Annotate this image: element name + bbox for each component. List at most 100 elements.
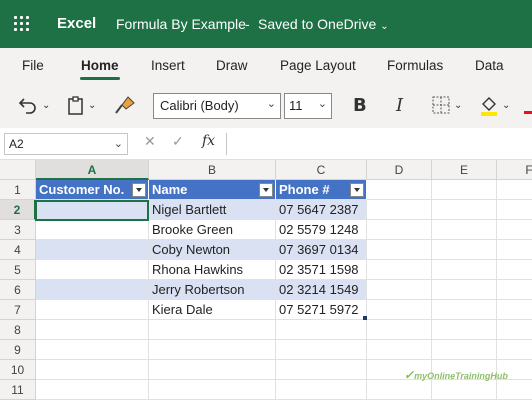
cell[interactable] [432,200,497,220]
chevron-down-icon[interactable]: ⌄ [42,100,50,111]
column-header-f[interactable]: F [497,160,532,180]
fill-color-icon[interactable]: ⌄ [478,94,510,116]
row-header-1[interactable]: 1 [0,180,36,200]
cell[interactable] [432,340,497,360]
table-header-cell[interactable]: Name [149,180,276,200]
cell[interactable] [367,280,432,300]
cell[interactable] [36,340,149,360]
table-cell[interactable]: Brooke Green [149,220,276,240]
table-header-cell[interactable]: Phone # [276,180,367,200]
row-header-10[interactable]: 10 [0,360,36,380]
cell[interactable] [367,180,432,200]
insert-function-icon[interactable]: fx [202,133,215,149]
cell[interactable] [149,320,276,340]
row-header-11[interactable]: 11 [0,380,36,400]
cancel-icon[interactable]: ✕ [144,133,156,150]
tab-file[interactable]: File [22,58,44,73]
row-header-3[interactable]: 3 [0,220,36,240]
cell[interactable] [149,340,276,360]
table-resize-handle[interactable] [363,316,367,320]
undo-icon[interactable]: ⌄ [18,94,50,116]
cell[interactable] [276,320,367,340]
cell[interactable] [367,340,432,360]
confirm-icon[interactable]: ✓ [172,133,184,150]
column-header-c[interactable]: C [276,160,367,180]
table-cell[interactable]: Coby Newton [149,240,276,260]
tab-formulas[interactable]: Formulas [387,58,443,73]
filter-dropdown-icon[interactable] [259,183,273,197]
table-cell[interactable]: Rhona Hawkins [149,260,276,280]
cell[interactable] [432,280,497,300]
row-header-4[interactable]: 4 [0,240,36,260]
tab-draw[interactable]: Draw [216,58,248,73]
cell[interactable] [432,260,497,280]
column-header-d[interactable]: D [367,160,432,180]
cell[interactable] [497,220,532,240]
row-header-8[interactable]: 8 [0,320,36,340]
cell[interactable] [367,320,432,340]
name-box[interactable]: A2 ⌄ [4,133,128,155]
cell[interactable] [276,360,367,380]
font-family-select[interactable]: Calibri (Body) ⌄ [153,93,281,119]
cell[interactable] [432,380,497,400]
cell[interactable] [497,180,532,200]
tab-insert[interactable]: Insert [151,58,185,73]
table-cell[interactable]: 02 3571 1598 [276,260,367,280]
table-cell[interactable] [36,260,149,280]
table-cell[interactable]: Kiera Dale [149,300,276,320]
document-title[interactable]: Formula By Example [116,16,246,32]
cell[interactable] [36,320,149,340]
cell[interactable] [367,240,432,260]
chevron-down-icon[interactable]: ⌄ [454,100,462,111]
cell[interactable] [432,180,497,200]
table-header-cell[interactable]: Customer No. [36,180,149,200]
table-cell[interactable]: 02 3214 1549 [276,280,367,300]
filter-dropdown-icon[interactable] [350,183,364,197]
cell[interactable] [497,200,532,220]
cell[interactable] [497,280,532,300]
cell[interactable] [276,380,367,400]
select-all-corner[interactable] [0,160,36,180]
cell[interactable] [497,380,532,400]
app-name[interactable]: Excel [57,15,96,32]
filter-dropdown-icon[interactable] [132,183,146,197]
column-header-e[interactable]: E [432,160,497,180]
cell[interactable] [432,320,497,340]
table-cell[interactable] [36,300,149,320]
bold-button[interactable]: B [353,94,367,116]
cell[interactable] [276,340,367,360]
row-header-7[interactable]: 7 [0,300,36,320]
borders-icon[interactable]: ⌄ [432,94,462,116]
worksheet-grid[interactable]: A B C D E F 1 2 3 4 5 6 7 8 9 10 11 Cust… [0,160,532,404]
column-header-a[interactable]: A [36,160,149,180]
cell[interactable] [367,260,432,280]
cell[interactable] [497,240,532,260]
cell[interactable] [367,300,432,320]
row-header-2[interactable]: 2 [0,200,36,220]
table-cell[interactable]: 02 5579 1248 [276,220,367,240]
paste-icon[interactable]: ⌄ [66,94,96,116]
tab-page-layout[interactable]: Page Layout [280,58,356,73]
active-cell-cursor[interactable] [35,200,149,221]
cell[interactable] [36,380,149,400]
cell[interactable] [149,380,276,400]
save-status[interactable]: Saved to OneDrive ⌄ [258,16,389,32]
chevron-down-icon[interactable]: ⌄ [502,100,510,111]
italic-button[interactable]: I [396,94,403,116]
cell[interactable] [432,240,497,260]
table-cell[interactable] [36,240,149,260]
app-launcher-icon[interactable] [14,16,30,32]
cell[interactable] [36,360,149,380]
cell[interactable] [432,300,497,320]
cell[interactable] [367,380,432,400]
tab-home[interactable]: Home [81,58,119,73]
table-cell[interactable] [36,220,149,240]
table-cell[interactable]: 07 5647 2387 [276,200,367,220]
table-cell[interactable]: Nigel Bartlett [149,200,276,220]
cell[interactable] [497,300,532,320]
row-header-9[interactable]: 9 [0,340,36,360]
table-cell[interactable]: Jerry Robertson [149,280,276,300]
row-header-5[interactable]: 5 [0,260,36,280]
table-cell[interactable] [36,280,149,300]
font-size-select[interactable]: 11 ⌄ [284,93,332,119]
